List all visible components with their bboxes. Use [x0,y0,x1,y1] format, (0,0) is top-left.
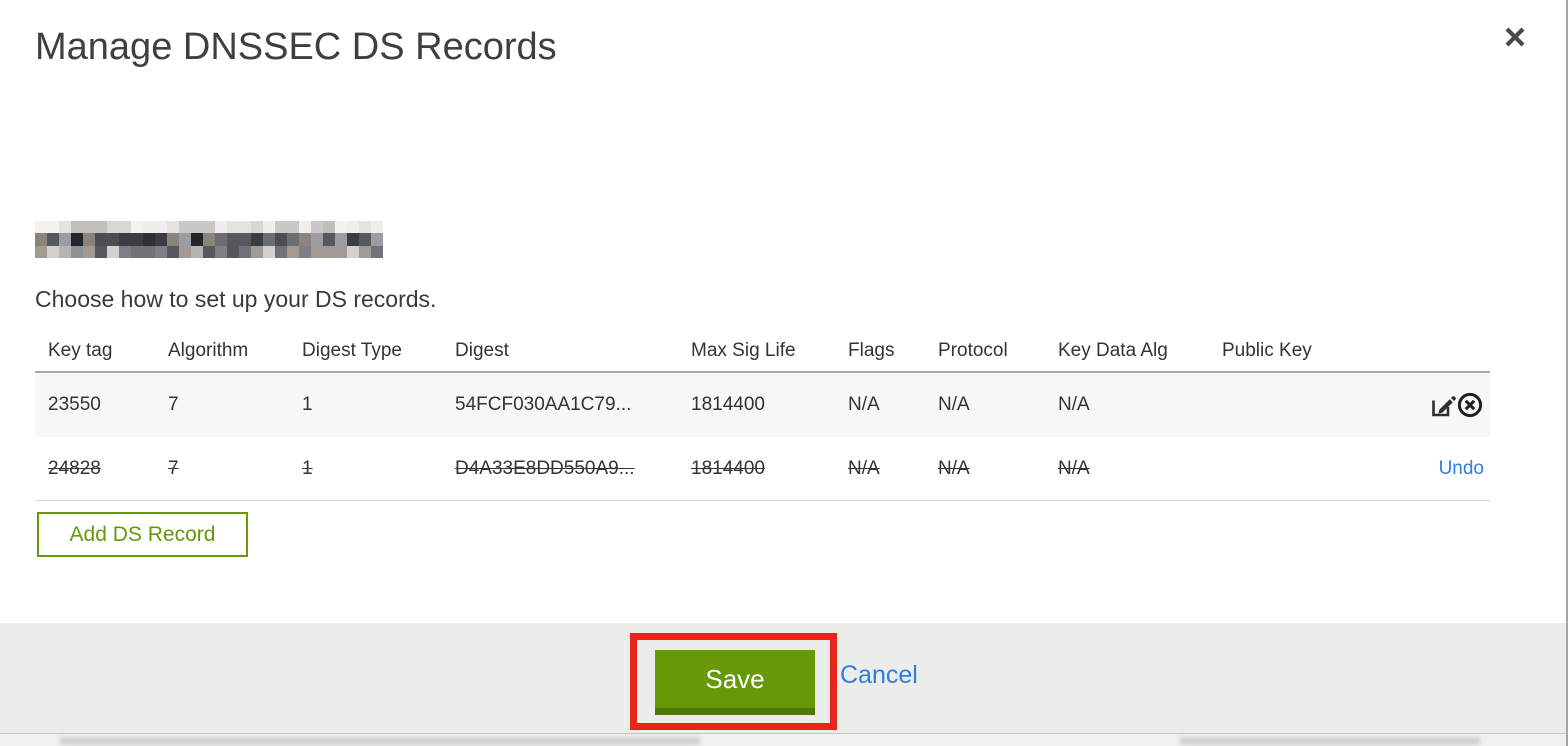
page-title: Manage DNSSEC DS Records [35,26,557,68]
delete-icon[interactable] [1456,391,1484,419]
cell-max-sig-life: 1814400 [691,394,765,415]
cell-key-data-alg: N/A [1058,394,1090,415]
edit-icon[interactable] [1428,391,1456,419]
page-behind-modal [0,733,1566,746]
save-button[interactable]: Save [655,650,815,715]
cell-key-data-alg: N/A [1058,457,1090,479]
redacted-domain-name [35,221,383,258]
ds-records-table: Key tag Algorithm Digest Type Digest Max… [35,330,1490,501]
undo-link[interactable]: Undo [1439,458,1484,480]
cancel-link[interactable]: Cancel [840,661,918,690]
cell-digest-type: 1 [302,457,313,479]
column-header-digest-type: Digest Type [302,339,402,361]
modal-footer: Save Cancel [0,623,1566,733]
cell-protocol: N/A [938,457,970,479]
column-header-digest: Digest [455,339,509,361]
table-header-row: Key tag Algorithm Digest Type Digest Max… [35,330,1490,371]
cell-flags: N/A [848,457,880,479]
cell-algorithm: 7 [168,457,179,479]
instruction-text: Choose how to set up your DS records. [35,286,437,312]
column-header-max-sig-life: Max Sig Life [691,339,796,361]
cell-digest-type: 1 [302,394,313,415]
cell-digest: 54FCF030AA1C79... [455,394,632,415]
column-header-key-data-alg: Key Data Alg [1058,339,1168,361]
dnssec-ds-records-modal: Manage DNSSEC DS Records Choose how to s… [0,0,1568,746]
column-header-protocol: Protocol [938,339,1008,361]
cell-flags: N/A [848,394,880,415]
background-content-blur [60,737,700,745]
table-row: 23550 7 1 54FCF030AA1C79... 1814400 N/A … [35,371,1490,437]
background-content-blur [1180,737,1480,745]
close-icon[interactable] [1498,20,1532,54]
column-header-key-tag: Key tag [48,339,113,361]
table-row-deleted: 24828 7 1 D4A33E8DD550A9... 1814400 N/A … [35,437,1490,501]
add-ds-record-button[interactable]: Add DS Record [37,512,248,557]
column-header-public-key: Public Key [1222,339,1312,361]
cell-digest: D4A33E8DD550A9... [455,457,635,479]
cell-key-tag: 23550 [48,394,101,415]
column-header-algorithm: Algorithm [168,339,249,361]
cell-key-tag: 24828 [48,457,101,479]
cell-algorithm: 7 [168,394,179,415]
column-header-flags: Flags [848,339,895,361]
cell-protocol: N/A [938,394,970,415]
cell-max-sig-life: 1814400 [691,457,765,479]
